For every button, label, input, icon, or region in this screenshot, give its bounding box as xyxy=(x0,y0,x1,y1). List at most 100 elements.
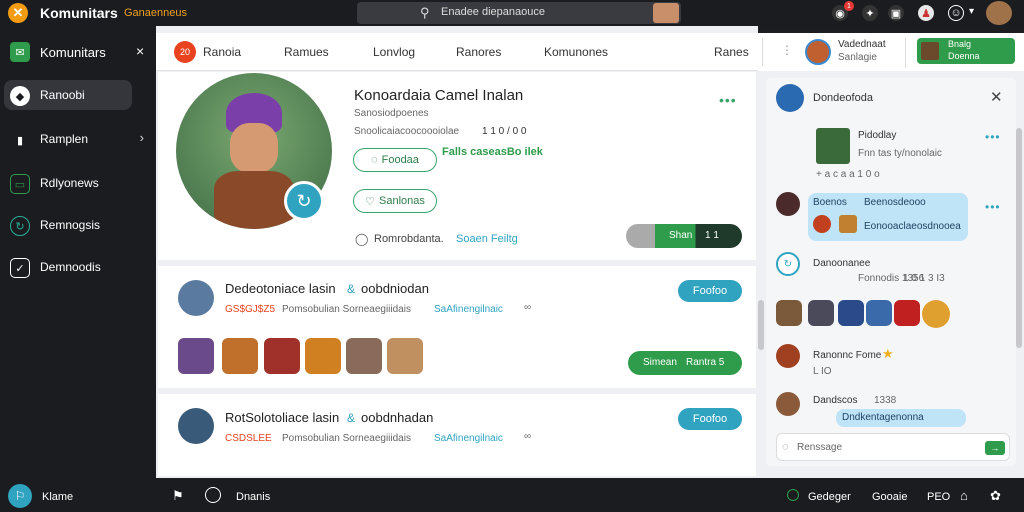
profile-stats: Snoolicaiacoocoooiolae xyxy=(354,126,460,137)
close-icon[interactable]: ✕ xyxy=(990,88,1003,106)
brand-icon[interactable]: ⚐ xyxy=(8,484,32,508)
lock-icon[interactable]: ⌂ xyxy=(960,488,968,503)
avatar[interactable] xyxy=(805,39,831,65)
search-input[interactable]: Enadee diepanaouce xyxy=(441,6,545,18)
infinity-icon: ∞ xyxy=(524,431,532,442)
sidebar-item-demnoodis[interactable]: ✓ Demnoodis xyxy=(0,252,150,282)
sidebar-item-ranoobi[interactable]: ◆ Ranoobi xyxy=(4,80,132,110)
refresh-icon[interactable]: ↻ xyxy=(776,252,800,276)
scrollbar[interactable] xyxy=(1016,128,1022,348)
user-avatar[interactable] xyxy=(986,1,1012,25)
chat-thumbnail[interactable] xyxy=(816,128,850,164)
profile-stats-nums: 1 1 0 / 0 0 xyxy=(482,126,527,137)
chat-item-name: Danoonanee xyxy=(813,258,871,269)
refresh-icon[interactable]: ↻ xyxy=(205,487,221,503)
sidebar-item-label: Rdlyonews xyxy=(40,176,99,190)
bag-icon: ▮ xyxy=(16,134,24,147)
sidebar-item-label: Ramplen xyxy=(40,132,89,146)
bottom-item[interactable]: Gooaie xyxy=(872,491,907,503)
sidebar-close-icon[interactable]: × xyxy=(136,43,144,59)
gamepad-icon[interactable]: ✿ xyxy=(990,488,1001,504)
chat-item-meta: + a c a a 1 0 o xyxy=(816,169,880,180)
sidebar-item-label: Remnogsis xyxy=(40,218,101,232)
game-icon[interactable] xyxy=(922,300,950,328)
bottom-item[interactable]: Gedeger xyxy=(808,491,851,503)
chat-bubble-text: Dndkentagenonna xyxy=(842,412,924,423)
post-link[interactable]: SaAfinengilnaic xyxy=(434,304,503,315)
tab-komunones[interactable]: Komunones xyxy=(544,45,608,59)
game-icon[interactable] xyxy=(264,338,300,374)
post-action-label: Simean xyxy=(643,357,677,368)
post-author[interactable]: oobdniodan xyxy=(361,281,429,296)
chat-bubble-text: Eonooaclaeosdnooea xyxy=(864,221,961,232)
follow-sub: Falls caseasBo ilek xyxy=(442,146,543,158)
chat-item-text: 1338 xyxy=(874,395,897,406)
info-icon: ◯ xyxy=(355,232,369,246)
chat-input-placeholder: Renssage xyxy=(797,442,843,453)
status-icon xyxy=(787,489,799,501)
dropdown-icon[interactable]: ▾ xyxy=(969,6,974,17)
heart-icon: ♡ xyxy=(365,195,375,208)
tab-badge: 20 xyxy=(174,41,196,63)
puzzle-icon[interactable]: ✦ xyxy=(862,5,878,21)
post-link[interactable]: SaAfinengilnaic xyxy=(434,433,503,444)
right-header-sub: Sanlagie xyxy=(838,52,877,63)
game-icon[interactable] xyxy=(387,338,423,374)
x-logo-icon[interactable]: ✕ xyxy=(8,3,28,23)
game-icon[interactable] xyxy=(894,300,920,326)
game-icon[interactable] xyxy=(776,300,802,326)
sidebar-item-rdlyonews[interactable]: ▭ Rdlyonews xyxy=(0,168,150,198)
game-icon[interactable] xyxy=(178,338,214,374)
more-icon[interactable]: ••• xyxy=(985,130,1001,144)
post-button[interactable]: Foofoo xyxy=(678,408,742,430)
infinity-icon: ∞ xyxy=(524,302,532,313)
chat-avatar[interactable] xyxy=(776,392,800,416)
profile-footer-link[interactable]: Soaen Feiltg xyxy=(456,233,518,245)
game-icon[interactable] xyxy=(222,338,258,374)
flag-icon[interactable]: ⚑ xyxy=(172,488,184,504)
post-avatar[interactable] xyxy=(178,280,214,316)
game-icon[interactable] xyxy=(838,300,864,326)
profile-icon[interactable]: ♟ xyxy=(918,5,934,21)
tab-ranoia[interactable]: Ranoia xyxy=(203,45,241,59)
game-icon[interactable] xyxy=(808,300,834,326)
chat-item-meta: 1 0 1 3 I3 xyxy=(903,273,945,284)
game-icon[interactable] xyxy=(305,338,341,374)
emoji-icon[interactable]: ◌ xyxy=(782,441,789,453)
bottom-item[interactable]: PEO xyxy=(927,491,950,503)
tab-lonvlog[interactable]: Lonvlog xyxy=(373,45,415,59)
chat-avatar[interactable] xyxy=(776,344,800,368)
search-avatar[interactable] xyxy=(653,3,679,23)
scrollbar[interactable] xyxy=(758,300,764,350)
search-icon[interactable]: ⚲ xyxy=(420,5,430,21)
checkbox-icon: ✓ xyxy=(10,258,30,278)
game-icon[interactable] xyxy=(346,338,382,374)
post-avatar[interactable] xyxy=(178,408,214,444)
more-icon[interactable]: ••• xyxy=(985,200,1001,214)
bottom-bar xyxy=(0,478,1024,512)
tab-ranes[interactable]: Ranes xyxy=(714,45,749,59)
action-label: Shan xyxy=(669,230,693,241)
secondary-label: Sanlonas xyxy=(379,195,425,207)
chat-item-text: L IO xyxy=(813,366,832,377)
game-icon[interactable] xyxy=(866,300,892,326)
image-icon[interactable]: ▣ xyxy=(888,5,904,21)
secondary-button[interactable]: ♡ Sanlonas xyxy=(353,189,437,213)
tab-ranores[interactable]: Ranores xyxy=(456,45,501,59)
tab-ramues[interactable]: Ramues xyxy=(284,45,329,59)
send-button[interactable]: → xyxy=(985,441,1005,455)
chat-item-name: Dandscos xyxy=(813,395,858,406)
post-button[interactable]: Foofoo xyxy=(678,280,742,302)
sidebar-item-ramplen[interactable]: ▮ Ramplen › xyxy=(0,124,150,154)
more-icon[interactable]: ••• xyxy=(719,92,737,108)
post-author[interactable]: oobdnhadan xyxy=(361,410,433,425)
sidebar-title: Komunitars xyxy=(40,45,106,60)
sidebar-item-remnogsis[interactable]: ↻ Remnogsis xyxy=(0,210,150,240)
chat-avatar[interactable] xyxy=(776,192,800,216)
more-icon[interactable]: ⋮ xyxy=(781,43,793,57)
post-text: Pomsobulian Sorneaegiiidais xyxy=(282,304,411,315)
refresh-badge-icon[interactable]: ↻ xyxy=(284,181,324,221)
follow-button[interactable]: ◌ Foodaa xyxy=(353,148,437,172)
settings-icon[interactable]: ☺ xyxy=(948,5,964,21)
chat-item-name: Ranonnc Fome xyxy=(813,350,882,361)
